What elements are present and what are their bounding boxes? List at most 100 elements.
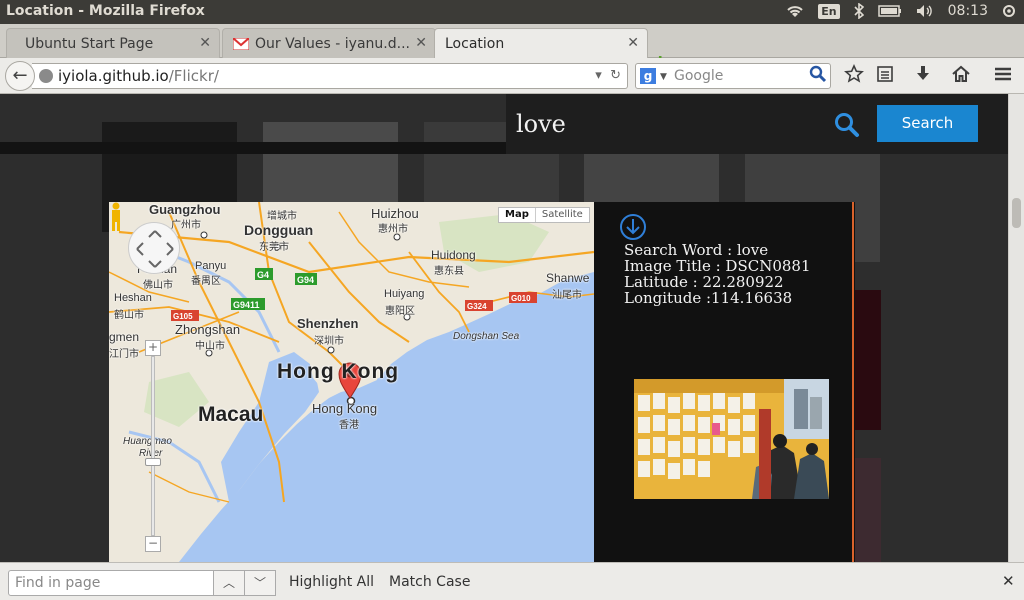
bookmark-star-icon[interactable]: [844, 64, 864, 84]
battery-icon[interactable]: [877, 5, 902, 17]
map-label: Huangmao: [123, 436, 172, 447]
info-longitude: Longitude :114.16638: [624, 289, 793, 307]
map-label: 佛山市: [143, 280, 173, 291]
google-map[interactable]: G4 G94 G9411 G105 G324 G010 Guangzhou 广州…: [109, 202, 594, 562]
highway-shield: G4: [257, 270, 269, 280]
photo-thumbnail[interactable]: [855, 290, 881, 430]
map-label: 香港: [339, 420, 359, 431]
map-label: Huidong: [431, 248, 476, 262]
map-label: Zhongshan: [175, 322, 241, 337]
page-viewport: love Search G4 G94 G9411 G105 G324 G010 …: [0, 94, 1008, 562]
map-label: 汕尾市: [552, 290, 582, 301]
download-circle-icon[interactable]: [619, 213, 647, 241]
map-pan-control[interactable]: [128, 222, 180, 274]
map-label: 中山市: [195, 341, 225, 352]
highlight-all-button[interactable]: Highlight All: [289, 574, 374, 590]
map-label: Dongshan Sea: [453, 331, 520, 342]
map-label: 惠阳区: [385, 306, 415, 317]
navigation-bar: iyiola.github.io/Flickr/ ▾ ↻ ← g ▼ Googl…: [0, 58, 1024, 94]
search-icon[interactable]: [834, 112, 860, 138]
reload-icon[interactable]: ↻: [610, 68, 621, 83]
bookmarks-list-icon[interactable]: [876, 64, 894, 84]
close-icon[interactable]: ✕: [627, 35, 639, 51]
map-label: Hong Kong: [312, 401, 378, 416]
map-type-map-button[interactable]: Map: [499, 208, 536, 222]
photo-thumbnail[interactable]: [855, 458, 881, 562]
tab-label: Our Values - iyanu.d...: [255, 35, 410, 52]
find-input[interactable]: Find in page: [8, 570, 214, 596]
map-label: Heshan: [114, 292, 152, 304]
tab-our-values[interactable]: Our Values - iyanu.d... ✕: [222, 28, 436, 58]
modal-divider: [852, 202, 854, 562]
map-label: Huiyang: [384, 288, 425, 300]
zoom-out-button[interactable]: −: [145, 536, 161, 552]
back-arrow-icon: ←: [12, 65, 28, 86]
bluetooth-icon[interactable]: [854, 3, 864, 19]
map-type-satellite-button[interactable]: Satellite: [536, 208, 589, 222]
google-engine-icon[interactable]: g: [640, 68, 656, 84]
map-label: Macau: [198, 403, 264, 426]
url-bar[interactable]: iyiola.github.io/Flickr/ ▾ ↻: [32, 63, 628, 89]
clock[interactable]: 08:13: [948, 3, 988, 19]
tab-label: Ubuntu Start Page: [25, 35, 154, 52]
highway-shield: G9411: [233, 300, 260, 310]
info-image-title: Image Title : DSCN0881: [624, 257, 811, 275]
flickr-photo[interactable]: [634, 379, 829, 499]
scrollbar-thumb[interactable]: [1012, 198, 1021, 228]
highway-shield: G010: [511, 294, 531, 303]
street-view-pegman-icon[interactable]: [109, 202, 123, 232]
search-engine-placeholder: Google: [674, 68, 724, 84]
zoom-slider-track[interactable]: [151, 356, 155, 536]
chevron-down-icon: ﹀: [253, 576, 266, 590]
map-label: 惠东县: [434, 266, 464, 277]
keyboard-layout-indicator[interactable]: En: [818, 3, 840, 19]
search-icon[interactable]: [809, 65, 827, 83]
info-search-word: Search Word : love: [624, 241, 769, 259]
download-icon[interactable]: [914, 64, 932, 84]
map-label: Shenzhen: [297, 316, 359, 331]
map-label: gmen: [109, 330, 140, 344]
url-controls: ▾ ↻: [595, 64, 621, 88]
zoom-in-button[interactable]: +: [145, 340, 161, 356]
photo-info: Search Word : love Image Title : DSCN088…: [624, 242, 811, 306]
chevron-down-icon[interactable]: ▼: [660, 65, 667, 89]
pan-arrows-icon: [136, 230, 174, 268]
volume-icon[interactable]: [916, 4, 934, 18]
tab-location[interactable]: Location ✕: [434, 28, 648, 58]
home-icon[interactable]: [951, 64, 971, 84]
close-icon[interactable]: ✕: [415, 35, 427, 51]
map-label: 江门市: [109, 349, 139, 360]
zoom-slider-knob[interactable]: [145, 458, 161, 466]
power-gear-icon[interactable]: [1002, 4, 1016, 18]
globe-icon: [39, 69, 53, 83]
match-case-button[interactable]: Match Case: [389, 574, 470, 590]
back-button[interactable]: ←: [5, 61, 35, 91]
map-label: 番禺区: [191, 276, 221, 287]
system-tray: En 08:13: [786, 3, 1016, 19]
info-latitude: Latitude : 22.280922: [624, 273, 784, 291]
close-icon[interactable]: ✕: [1002, 572, 1015, 590]
search-button[interactable]: Search: [877, 105, 978, 142]
page-scrollbar[interactable]: [1008, 94, 1024, 562]
map-label: 鹤山市: [114, 310, 144, 321]
highway-shield: G105: [173, 312, 193, 321]
location-modal: G4 G94 G9411 G105 G324 G010 Guangzhou 广州…: [109, 202, 855, 562]
wifi-icon[interactable]: [786, 4, 804, 18]
search-input[interactable]: love: [516, 110, 566, 138]
map-label: Hong Kong: [277, 360, 400, 383]
web-search-box[interactable]: g ▼ Google: [635, 63, 831, 89]
map-label: 增城市: [267, 211, 297, 222]
dropdown-arrow-icon[interactable]: ▾: [595, 68, 602, 83]
find-previous-button[interactable]: ︿: [213, 570, 245, 596]
search-panel: love Search: [506, 94, 1008, 154]
close-icon[interactable]: ✕: [199, 35, 211, 51]
map-label: Dongguan: [244, 222, 314, 238]
map-label: Shanwe: [546, 271, 590, 285]
tab-ubuntu-start-page[interactable]: Ubuntu Start Page ✕: [6, 28, 220, 58]
tab-strip: Ubuntu Start Page ✕ Our Values - iyanu.d…: [0, 24, 1024, 75]
window-title: Location - Mozilla Firefox: [6, 3, 205, 19]
find-next-button[interactable]: ﹀: [244, 570, 276, 596]
highway-shield: G324: [467, 302, 487, 311]
map-label: Guangzhou: [149, 202, 221, 217]
menu-hamburger-icon[interactable]: [993, 64, 1013, 84]
